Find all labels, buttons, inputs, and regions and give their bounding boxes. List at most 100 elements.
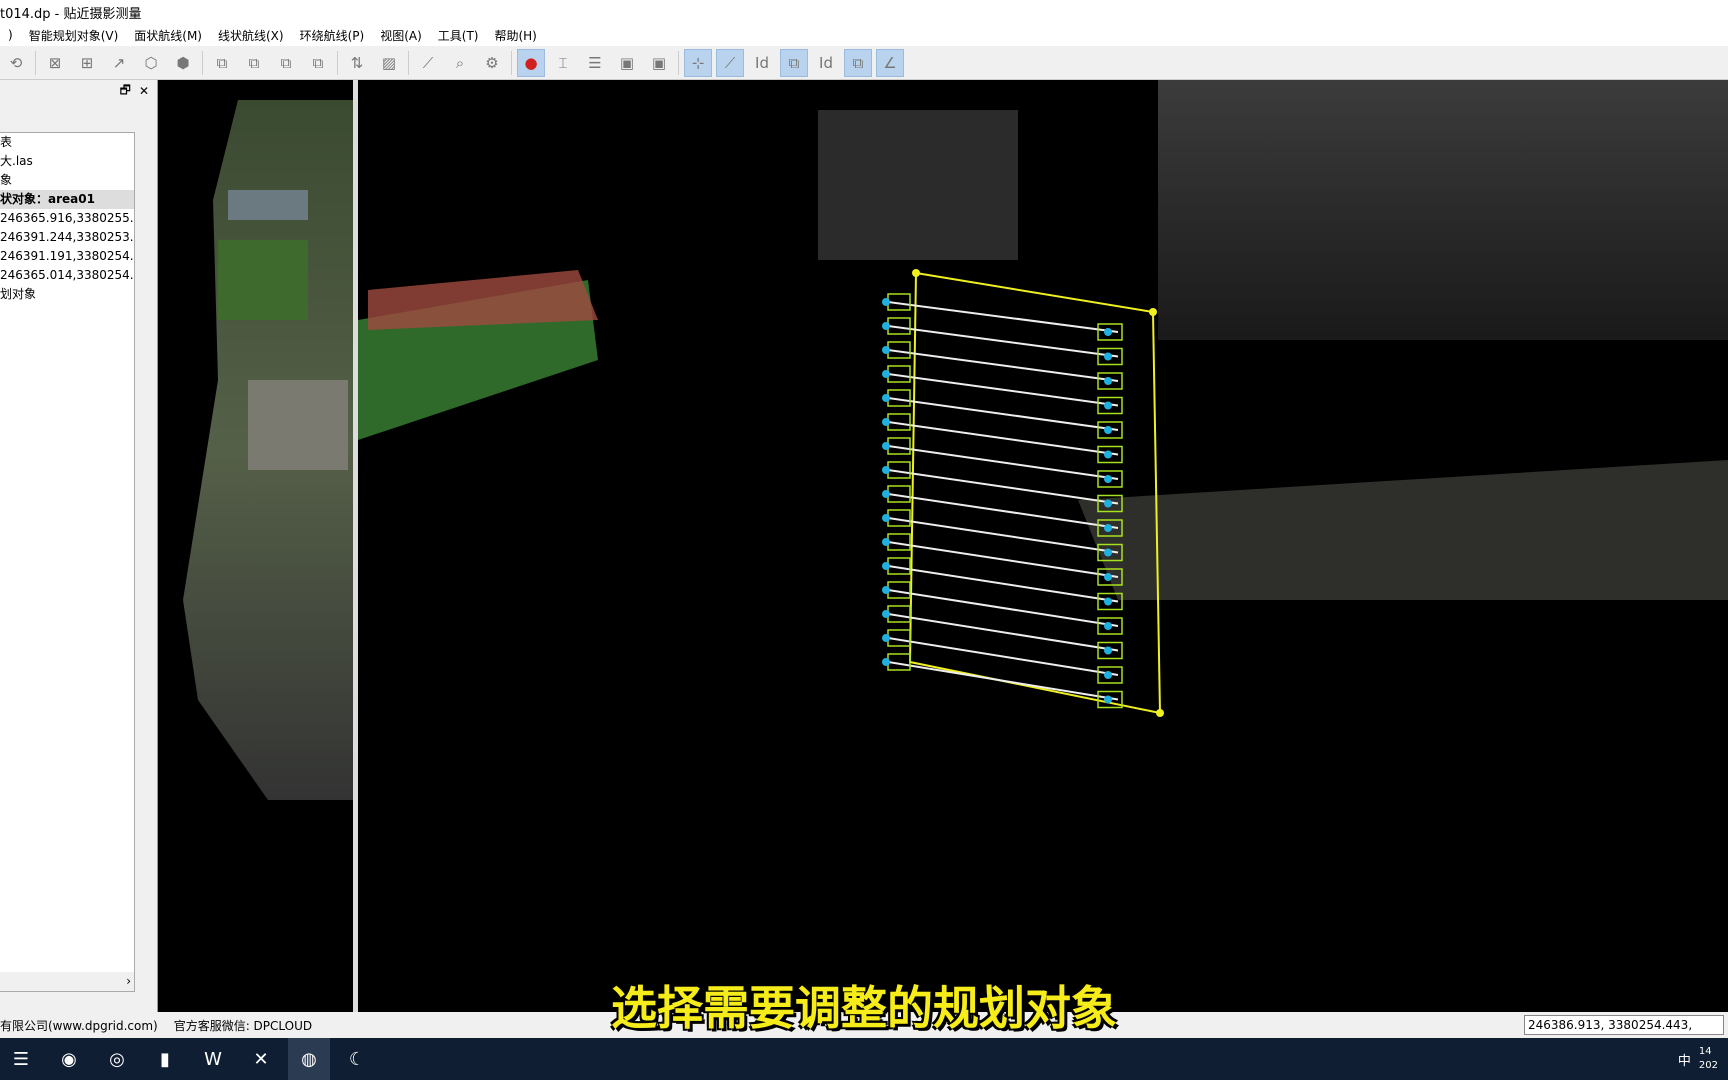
toolbar-separator [35,50,36,75]
capcut-icon[interactable]: ✕ [240,1038,282,1080]
layer-icon[interactable]: ▣ [613,49,641,77]
restore-icon[interactable]: 🗗 [120,81,131,102]
snap-icon[interactable]: ⊹ [684,48,712,77]
waypoint [882,538,890,546]
point-cloud-3d-view[interactable] [358,80,1728,1012]
toolbar-separator [408,50,409,75]
flight-line [887,613,1119,652]
waypoint [882,658,890,666]
file-explorer-icon[interactable]: ▮ [144,1038,186,1080]
zoom-icon[interactable]: ⌕ [446,49,474,77]
waypoint [882,442,890,450]
project-tree[interactable]: 表大.las象状对象：area01246365.916,3380255.4982… [0,132,135,992]
list-icon[interactable]: ☰ [581,49,609,77]
rotate-icon[interactable]: ⟲ [2,49,30,77]
flight-line [887,637,1119,676]
waypoint [1104,475,1112,483]
flight-line [887,325,1119,358]
text-height-icon[interactable]: ⌶ [549,49,577,77]
waypoint [1104,499,1112,508]
waypoint [882,394,890,402]
tree-item[interactable]: 246365.014,3380254.916 [0,266,134,285]
flight-line [887,661,1119,701]
waypoint [1104,352,1112,361]
menu-item[interactable]: 面状航线(M) [126,27,210,44]
toolbar-separator [202,50,203,75]
menu-item[interactable]: 工具(T) [430,27,487,44]
settings-icon[interactable]: ⚙ [478,49,506,77]
waypoint [1104,671,1112,679]
toolbar-separator [511,50,512,75]
tree-item[interactable]: 划对象 [0,285,134,304]
flight-line [887,349,1119,382]
route-export-icon[interactable]: ⧉ [304,49,332,77]
menu-item[interactable]: ) [0,28,21,42]
close-icon[interactable]: ✕ [139,84,149,98]
waypoint [1104,622,1112,630]
waypoint [882,418,890,426]
tree-item[interactable]: 表 [0,133,134,152]
waypoint [882,466,890,474]
select-area-icon[interactable]: ⊠ [41,49,69,77]
waypoint [882,370,890,378]
window-title: t014.dp - 贴近摄影测量 [0,7,142,22]
clock[interactable]: 14 202 [1699,1045,1718,1073]
tree-item[interactable]: 状对象：area01 [0,190,134,209]
waypoint [882,322,890,330]
menu-item[interactable]: 线状航线(X) [210,27,292,44]
route-add-icon[interactable]: ⧉ [208,49,236,77]
tree-item[interactable]: 246365.916,3380255.498 [0,209,134,228]
menu-item[interactable]: 智能规划对象(V) [21,27,127,44]
waypoint [1104,426,1112,434]
menu-item[interactable]: 环绕航线(P) [292,27,373,44]
tree-item[interactable]: 象 [0,171,134,190]
measure-icon[interactable]: ⟋ [414,49,442,77]
waypoint [882,562,890,570]
tree-item[interactable]: 246391.191,3380254.472 [0,247,134,266]
chrome-icon[interactable]: ◉ [48,1038,90,1080]
menu-item[interactable]: 视图(A) [372,27,430,44]
height-icon[interactable]: ⇅ [343,49,371,77]
video-subtitle: 选择需要调整的规划对象 [611,981,1117,1035]
flight-line [887,397,1119,431]
angle-icon[interactable]: ∠ [876,48,904,77]
waypoint [1104,548,1112,557]
waypoint [1104,597,1112,606]
tree-item[interactable]: 大.las [0,152,134,171]
rgb-icon[interactable]: ● [517,48,545,77]
layer2-icon[interactable]: ▣ [645,49,673,77]
app-moon-icon[interactable]: ☾ [336,1038,378,1080]
dp-app-icon[interactable]: ◍ [288,1038,330,1080]
word-icon[interactable]: W [192,1038,234,1080]
waypoint [882,514,890,522]
frame-vertex [912,269,920,277]
cube-icon[interactable]: ⬡ [137,49,165,77]
toolbar: ⟲ ⊠ ⊞ ↗ ⬡ ⬢ ⧉ ⧉ ⧉ ⧉ ⇅ ▨ ⟋ ⌕ ⚙ ● ⌶ ☰ ▣ ▣ ⊹ ⟋ Id ⧉ Id ⧉ ∠ [0,46,1728,80]
cube-play-icon[interactable]: ⬢ [169,49,197,77]
route-edit-icon[interactable]: ⧉ [272,49,300,77]
id2-icon[interactable]: Id [812,49,840,77]
route-icon[interactable]: ⧉ [780,48,808,77]
hatch-icon[interactable]: ▨ [375,49,403,77]
orthophoto-view[interactable] [158,80,355,1012]
route-search-icon[interactable]: ⧉ [240,49,268,77]
waypoint [882,490,890,498]
waypoint [882,586,890,594]
grid-icon[interactable]: ⊞ [73,49,101,77]
waypoint [882,298,890,306]
waypoint [1104,377,1112,385]
menu-item[interactable]: 帮助(H) [486,27,544,44]
line-icon[interactable]: ⟋ [716,48,744,77]
tree-item[interactable]: 246391.244,3380253.889 [0,228,134,247]
ime-indicator[interactable]: 中 [1678,1050,1691,1069]
title-bar: t014.dp - 贴近摄影测量 [0,0,1728,24]
frame-vertex [1156,709,1164,717]
app-green-icon[interactable]: ◎ [96,1038,138,1080]
arrow-icon[interactable]: ↗ [105,49,133,77]
frame-vertex [1149,308,1157,316]
route2-icon[interactable]: ⧉ [844,48,872,77]
menu-bar: ) 智能规划对象(V) 面状航线(M) 线状航线(X) 环绕航线(P) 视图(A) 工具(T… [0,24,1728,46]
task-view-icon[interactable]: ☰ [0,1038,42,1080]
toolbar-separator [337,50,338,75]
id-icon[interactable]: Id [748,49,776,77]
